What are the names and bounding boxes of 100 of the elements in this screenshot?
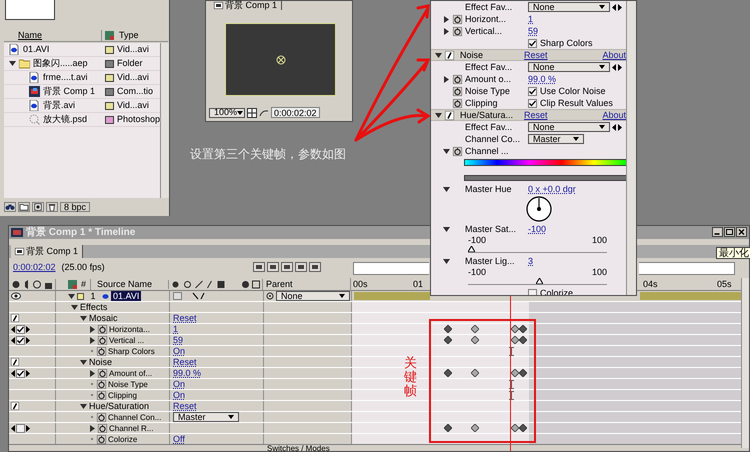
composition-icon[interactable]	[32, 202, 44, 212]
favorites-dropdown[interactable]: None	[528, 62, 610, 72]
checkbox[interactable]	[528, 288, 537, 295]
eye-icon[interactable]	[11, 292, 21, 300]
timecode-field[interactable]: 0:00:02:02	[271, 107, 320, 118]
keyframe-checkbox[interactable]	[16, 368, 25, 378]
property-value[interactable]: 99.0 %	[528, 74, 556, 84]
property-value[interactable]: -100	[528, 224, 546, 234]
effect-switch-icon[interactable]	[11, 358, 19, 366]
keyframe-icon[interactable]	[444, 369, 452, 377]
file-row[interactable]: 01.AVI Vid...avi	[4, 43, 160, 57]
property-value[interactable]: 99.0 %	[173, 368, 202, 378]
twirl-icon[interactable]	[435, 112, 442, 118]
property-value[interactable]: On	[173, 390, 186, 400]
layer-name[interactable]: 01.AVI	[111, 291, 142, 301]
stopwatch-icon[interactable]	[98, 324, 107, 334]
twirl-icon[interactable]	[443, 76, 450, 82]
slider-track[interactable]	[468, 246, 607, 253]
stopwatch-icon[interactable]	[97, 434, 106, 444]
property-value[interactable]: On	[173, 378, 186, 390]
stopwatch-icon[interactable]	[97, 346, 106, 356]
twirl-icon[interactable]	[80, 314, 87, 322]
column-header[interactable]: Source Name	[90, 278, 152, 290]
slider-track[interactable]	[468, 278, 607, 285]
property-value[interactable]: 1	[173, 324, 178, 334]
stopwatch-icon[interactable]	[98, 424, 107, 432]
checkbox[interactable]	[528, 38, 537, 48]
file-row[interactable]: 背景 Comp 1 Com...tio	[4, 85, 160, 99]
stopwatch-icon[interactable]	[453, 26, 462, 36]
file-row[interactable]: 背景.avi Vid...avi	[4, 99, 160, 113]
stopwatch-icon[interactable]	[97, 412, 106, 422]
twirl-icon[interactable]	[443, 148, 450, 154]
pickwhip-icon[interactable]	[266, 292, 274, 300]
arrows-icon[interactable]	[611, 64, 623, 70]
property-value[interactable]: Reset	[173, 400, 197, 412]
parent-dropdown[interactable]: None	[276, 291, 350, 301]
favorites-dropdown[interactable]: None	[528, 2, 610, 12]
twirl-icon[interactable]	[435, 52, 442, 58]
stopwatch-icon[interactable]	[98, 336, 107, 344]
reset-link[interactable]: Reset	[524, 110, 548, 120]
current-time[interactable]: 0:00:02:02	[13, 262, 56, 273]
property-value[interactable]: Reset	[173, 312, 197, 324]
trash-icon[interactable]	[46, 202, 58, 212]
switches-modes-toggle[interactable]: Switches / Modes	[263, 445, 334, 451]
arrows-icon[interactable]	[611, 124, 623, 130]
file-row[interactable]: 图象闪.....aep Folder	[4, 57, 160, 71]
keyframe-icon[interactable]	[444, 424, 452, 432]
favorites-dropdown[interactable]: None	[528, 122, 610, 132]
slider-thumb[interactable]	[536, 278, 543, 284]
property-value[interactable]: Reset	[173, 356, 197, 368]
minimize-icon[interactable]	[712, 227, 723, 237]
zoom-dropdown[interactable]: 100%	[209, 108, 245, 118]
twirl-icon[interactable]	[443, 226, 450, 232]
stopwatch-icon[interactable]	[453, 74, 462, 84]
stopwatch-icon[interactable]	[97, 390, 106, 400]
channel-dropdown[interactable]: Master	[528, 134, 584, 144]
binoculars-icon[interactable]	[4, 202, 16, 212]
about-link[interactable]: About	[602, 110, 627, 120]
time-navigator[interactable]	[353, 262, 429, 275]
about-link[interactable]: About	[602, 50, 627, 60]
time-navigator[interactable]	[639, 262, 735, 275]
column-header[interactable]: Type	[117, 30, 139, 41]
twirl-icon[interactable]	[9, 60, 16, 67]
slider-thumb[interactable]	[468, 246, 475, 252]
property-value[interactable]: 59	[173, 334, 184, 346]
twirl-icon[interactable]	[89, 424, 96, 432]
keyframe-checkbox[interactable]	[16, 324, 25, 334]
property-value[interactable]: On	[173, 346, 186, 356]
twirl-icon[interactable]	[80, 402, 87, 410]
column-header[interactable]: #	[81, 278, 86, 290]
maximize-icon[interactable]	[724, 227, 735, 237]
scrollbar[interactable]	[160, 43, 169, 198]
twirl-icon[interactable]	[443, 186, 450, 192]
effect-switch-icon[interactable]	[11, 314, 19, 322]
twirl-icon[interactable]	[71, 304, 78, 310]
arrows-icon[interactable]	[611, 4, 623, 10]
close-icon[interactable]	[736, 227, 747, 237]
property-value[interactable]: 59	[528, 26, 538, 36]
effect-switch-icon[interactable]	[445, 110, 454, 120]
twirl-icon[interactable]	[89, 370, 96, 376]
angle-dial[interactable]	[526, 196, 552, 222]
twirl-icon[interactable]	[80, 358, 87, 366]
stopwatch-icon[interactable]	[453, 146, 462, 156]
keyframe-icon[interactable]	[471, 369, 479, 377]
bit-depth-button[interactable]: 8 bpc	[60, 202, 90, 212]
file-row[interactable]: frme....t.avi Vid...avi	[4, 71, 160, 85]
effect-switch-icon[interactable]	[445, 50, 454, 60]
stopwatch-icon[interactable]	[98, 368, 107, 378]
checkbox[interactable]	[528, 98, 537, 108]
stopwatch-icon[interactable]	[453, 14, 462, 24]
keyframe-icon[interactable]	[471, 424, 479, 432]
timeline-tab[interactable]: 背景 Comp 1	[11, 245, 84, 258]
property-value[interactable]: Off	[173, 434, 185, 444]
channel-dropdown[interactable]: Master	[173, 412, 239, 422]
property-value[interactable]: 1	[528, 14, 534, 24]
keyframe-checkbox[interactable]	[16, 336, 25, 344]
scrollbar[interactable]	[626, 1, 636, 295]
property-value[interactable]: 3	[528, 256, 534, 266]
stopwatch-icon[interactable]	[453, 98, 462, 108]
keyframe-checkbox[interactable]	[16, 424, 25, 432]
